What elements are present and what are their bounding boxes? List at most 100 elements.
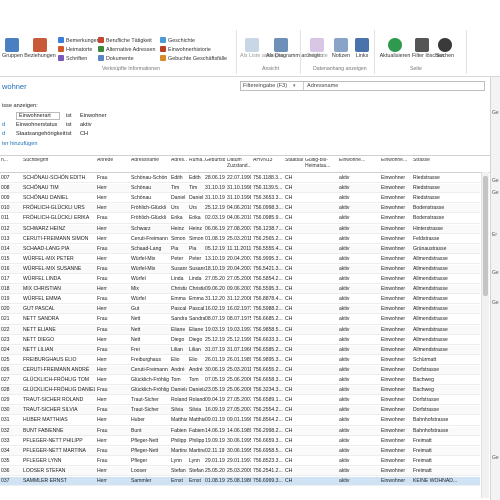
gruppen-button[interactable]: Gruppen xyxy=(2,38,23,60)
gebuchte-geschaeftsfaelle-button[interactable]: Gebuchte Geschäftsfälle xyxy=(160,55,227,63)
dokumente-button[interactable]: Dokumente xyxy=(98,55,134,63)
column-header[interactable]: Datum Zuzstand... xyxy=(227,158,251,172)
table-row[interactable]: 036 LOOSER STEFAN Herr Looser Stefan Stefan 25… xyxy=(0,466,480,477)
side-panel-label[interactable]: Ge xyxy=(492,270,499,276)
table-row[interactable]: 032 BUNT FABIENNE Frau Bunt FabienneFabienne… xyxy=(0,426,480,436)
links-button[interactable]: Links xyxy=(354,38,370,60)
suchen-button[interactable]: Suchen xyxy=(434,38,456,60)
table-row[interactable]: 031 HUBER MATTHIAS Herr Huber MatthiasMatthi… xyxy=(0,416,480,426)
column-header[interactable]: Gültig-bis-Heimatau... xyxy=(305,158,337,172)
side-panel-label[interactable]: Ge xyxy=(492,455,499,461)
column-header[interactable]: Einwohne... xyxy=(339,158,379,172)
einwohnerhistorie-button[interactable]: Einwohnerhistorie xyxy=(160,46,211,54)
table-cell: 08.07.1975 xyxy=(227,316,251,323)
column-header[interactable]: Strasse xyxy=(413,158,479,172)
criteria-connector-2[interactable]: d xyxy=(2,122,5,128)
table-row[interactable]: 014 SCHAAD-LANG PIA Frau Schaad-Lang Pia Pia 0… xyxy=(0,244,480,254)
table-row[interactable]: 027 GLÜCKLICH-FRÖHLIG TOM Herr Glücklich-Fr… xyxy=(0,376,480,386)
table-cell: aktiv xyxy=(339,225,350,232)
table-row[interactable]: 021 NETT SANDRA Frau Nett Sandra Sandra 08.07.… xyxy=(0,315,480,325)
table-row[interactable]: 022 NETT ELIANE Frau Nett Eliane Eliane 19.03.… xyxy=(0,325,480,335)
beziehungen-button[interactable]: Beziehungen xyxy=(24,38,56,60)
geschichte-button[interactable]: Geschichte xyxy=(160,37,195,45)
vertical-scrollbar[interactable] xyxy=(481,172,489,498)
side-panel-label[interactable]: Ge xyxy=(492,300,499,306)
alternative-adressen-button[interactable]: Alternative Adressen xyxy=(98,46,155,54)
add-filter-link[interactable]: ter hinzufügen xyxy=(2,141,37,147)
criteria-value-2[interactable]: aktiv xyxy=(80,122,92,128)
criteria-connector-3[interactable]: d xyxy=(2,131,5,137)
table-row[interactable]: 013 CERUTI-FREIMANN SIMON Herr Ceruti-Freim… xyxy=(0,235,480,244)
criteria-op-2[interactable]: ist xyxy=(66,122,72,128)
table-row[interactable]: 034 PFLEGER-NETT MARTINA Frau Pfleger-Nett M… xyxy=(0,446,480,456)
scrollbar-thumb[interactable] xyxy=(483,176,488,296)
table-row[interactable]: 019 WÜRFEL EMMA Frau Würfel Emma Emma 31.12.20… xyxy=(0,295,480,305)
table-cell: Einwohner xyxy=(381,195,406,202)
table-row[interactable]: 011 FRÖHLICH-GLÜCKLI ERIKA Frau Fröhlich-Gl… xyxy=(0,214,480,224)
table-row[interactable]: 025 FREIBURGHAUS ELIO Herr Freiburghaus Elio… xyxy=(0,356,480,365)
column-header[interactable]: Geburtsd... xyxy=(205,158,225,172)
table-row[interactable]: 008 SCHÖNAU TIM Herr Schönau Tim Tim 31.10.199… xyxy=(0,184,480,194)
als-liste-button[interactable]: Als Liste anzeigen xyxy=(240,38,284,60)
column-header[interactable]: AHVN13 xyxy=(253,158,283,172)
table-header: n... Suchbegriff Anrede Adressname Adres... R… xyxy=(0,156,490,173)
column-header[interactable]: Staatsang... xyxy=(285,158,303,172)
table-row[interactable]: 026 CERUTI-FREIMANN ANDRÉ Herr Ceruti-Freim… xyxy=(0,365,480,376)
table-row[interactable]: 007 SCHÖNAU-SCHÖN EDITH Frau Schönau-Schön E… xyxy=(0,174,480,184)
side-panel-label[interactable]: Ge xyxy=(492,190,499,196)
column-header[interactable]: Adres... xyxy=(171,158,187,172)
column-header[interactable]: Rufna... xyxy=(189,158,205,172)
column-header[interactable]: Einwohne... xyxy=(381,158,411,172)
table-row[interactable]: 033 PFLEGER-NETT PHILIPP Herr Pfleger-Nett P… xyxy=(0,437,480,446)
table-row[interactable]: 030 TRAUT-SICHER SILVIA Frau Traut-Sicher Si… xyxy=(0,406,480,416)
bemerkungen-button[interactable]: Bemerkungen xyxy=(58,37,100,45)
table-cell: Freimatt xyxy=(413,467,432,474)
notizen-button[interactable]: Notizen xyxy=(330,38,352,60)
table-row[interactable]: 029 TRAUT-SICHER ROLAND Herr Traut-Sicher Ro… xyxy=(0,396,480,406)
criteria-op-3[interactable]: ist xyxy=(66,131,72,137)
criteria-value-1[interactable]: Einwohner xyxy=(80,113,106,119)
table-cell: MIX CHRISTIAN xyxy=(23,286,61,293)
aktualisieren-button[interactable]: Aktualisieren xyxy=(378,38,412,60)
criteria-field-2[interactable]: Einwohnerstatus xyxy=(16,122,57,128)
table-row[interactable]: 009 SCHÖNAU DANIEL Herr Schönau Daniel Daniel… xyxy=(0,194,480,204)
table-row[interactable]: 015 WÜRFEL-MIX PETER Herr Würfel-Mix Peter Pe… xyxy=(0,255,480,264)
filter-loeschen-button[interactable]: Filter löschen xyxy=(412,38,444,60)
onenote-button[interactable]: OneNote xyxy=(306,38,328,60)
als-diagramm-button[interactable]: Als Diagramm anzeigen xyxy=(266,38,323,60)
criteria-op-1[interactable]: ist xyxy=(66,113,72,119)
table-row[interactable]: 024 NETT LILIAN Frau Frei Lilian Lilian 31.07.… xyxy=(0,345,480,355)
table-cell: Matthias xyxy=(171,417,187,424)
column-header[interactable]: n... xyxy=(1,158,21,172)
table-row[interactable]: 020 GUT PASCAL Herr Gut Pascal Pascal 16.02.19… xyxy=(0,305,480,315)
column-header[interactable]: Suchbegriff xyxy=(23,158,95,172)
heimatorte-button[interactable]: Heimatorte xyxy=(58,46,92,54)
table-row[interactable]: 018 MIX CHRISTIAN Herr Mix ChristianChristia… xyxy=(0,285,480,295)
schriften-button[interactable]: Schriften xyxy=(58,55,87,63)
side-panel-label[interactable]: Er xyxy=(492,232,497,238)
criteria-field-1[interactable]: Einwohnerart xyxy=(16,112,60,120)
criteria-field-3[interactable]: Staatsangehörigkeit xyxy=(16,131,65,137)
column-header[interactable]: Anrede xyxy=(97,158,129,172)
table-cell: Herr xyxy=(97,417,107,424)
table-row[interactable]: 010 FRÖHLICH-GLÜCKLI URS Herr Fröhlich-Glüc… xyxy=(0,204,480,214)
table-row[interactable]: 016 WÜRFEL-MIX SUSANNE Frau Würfel-Mix Susan… xyxy=(0,264,480,275)
table-row[interactable]: 035 PFLEGER LYNN Frau Pfleger Lynn Lynn 29.01.… xyxy=(0,457,480,466)
table-row[interactable]: 023NETT DIEGOHerrNettDiegoDiego25.12.199… xyxy=(0,336,480,345)
table-row[interactable]: 037 SAMMLER ERNST Herr Sammler Ernst Ernst 01.… xyxy=(0,477,480,487)
table-row[interactable]: 017 WÜRFEL LINDA Frau Würfel Linda Linda 27.05… xyxy=(0,275,480,285)
filter-field-select[interactable]: Adressname xyxy=(303,82,484,90)
side-panel-label[interactable]: Ge xyxy=(492,110,499,116)
filter-input[interactable]: Filtereingabe (F3) ▾ Adressname xyxy=(240,81,485,91)
side-panel-label[interactable]: Ge xyxy=(492,178,499,184)
criteria-value-3[interactable]: CH xyxy=(80,131,88,137)
table-row[interactable]: 028 GLÜCKLICH-FRÖHLIG DANIELA Frau Glücklic… xyxy=(0,386,480,396)
table-row[interactable]: 012 SCHWARZ HEINZ Herr Schwarz Heinz Heinz 06.… xyxy=(0,224,480,234)
table-cell: Diego xyxy=(189,336,203,343)
table-cell: Mix xyxy=(131,286,139,293)
column-header[interactable]: Adressname xyxy=(131,158,169,172)
berufliche-taetigkeit-button[interactable]: Berufliche Tätigkeit xyxy=(98,37,152,45)
table-cell: Bahnhofstrasse xyxy=(413,417,449,424)
table-cell: LOOSER STEFAN xyxy=(23,467,66,474)
table-cell: Nett xyxy=(131,326,141,333)
